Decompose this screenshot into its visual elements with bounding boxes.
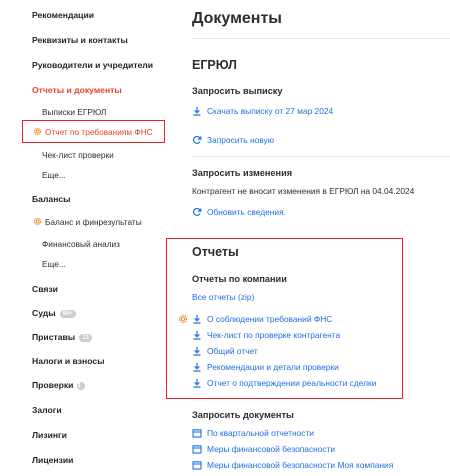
highlight-frame-reports <box>166 238 403 399</box>
request-new-label: Запросить новую <box>207 135 274 145</box>
sidebar-item-recommendations[interactable]: Рекомендации <box>32 10 94 20</box>
egrul-heading: ЕГРЮЛ <box>192 58 237 72</box>
calendar-icon <box>192 461 202 470</box>
divider <box>192 38 450 39</box>
sidebar-item-balances[interactable]: Балансы <box>32 194 71 204</box>
sidebar-item-label: Выписки ЕГРЮЛ <box>42 107 107 117</box>
sidebar-item-label: Финансовый анализ <box>42 239 120 249</box>
sidebar-item-pledges[interactable]: Залоги <box>32 405 62 415</box>
sidebar-item-label: Чек-лист проверки <box>42 150 114 160</box>
count-badge: 99+ <box>59 310 76 318</box>
count-badge: 1 <box>77 382 86 390</box>
request-docs-heading: Запросить документы <box>192 410 294 420</box>
changes-note: Контрагент не вносит изменения в ЕГРЮЛ н… <box>192 186 415 196</box>
sidebar: Рекомендации Реквизиты и контакты Руково… <box>0 0 172 476</box>
sidebar-item-label: Залоги <box>32 405 62 415</box>
sidebar-item-label: Лицензии <box>32 455 74 465</box>
calendar-icon <box>192 429 202 438</box>
sidebar-item-reports-docs[interactable]: Отчеты и документы <box>32 85 122 95</box>
sidebar-item-label: Отчеты и документы <box>32 85 122 95</box>
sidebar-item-label: Налоги и взносы <box>32 356 105 366</box>
sidebar-item-more-2[interactable]: Еще... <box>42 259 66 269</box>
download-icon <box>193 107 201 116</box>
request-extract-heading: Запросить выписку <box>192 86 283 96</box>
sidebar-item-licenses[interactable]: Лицензии <box>32 455 73 465</box>
sidebar-item-label: Проверки <box>32 380 74 390</box>
sidebar-item-label: Баланс и финрезультаты <box>45 217 142 227</box>
request-doc-fin-security-my-company[interactable]: Меры финансовой безопасности Моя компани… <box>192 460 393 470</box>
count-badge: 13 <box>79 334 92 342</box>
sidebar-item-label: Приставы <box>32 332 76 342</box>
calendar-icon <box>192 445 202 454</box>
sidebar-item-more-1[interactable]: Еще... <box>42 170 66 180</box>
sidebar-item-managers[interactable]: Руководители и учредители <box>32 60 153 70</box>
sidebar-item-label: Реквизиты и контакты <box>32 35 128 45</box>
sidebar-item-label: Еще... <box>42 170 66 180</box>
sidebar-item-links[interactable]: Связи <box>32 284 58 294</box>
request-doc-label: Меры финансовой безопасности <box>207 444 336 454</box>
download-extract-label: Скачать выписку от 27 мар 2024 <box>207 106 334 116</box>
sidebar-item-label: Балансы <box>32 194 71 204</box>
download-extract-link[interactable]: Скачать выписку от 27 мар 2024 <box>192 106 333 116</box>
divider <box>192 156 450 157</box>
sidebar-item-fin-analysis[interactable]: Финансовый анализ <box>42 239 120 249</box>
sidebar-item-label: Еще... <box>42 259 66 269</box>
request-new-link[interactable]: Запросить новую <box>192 135 274 145</box>
sidebar-item-courts[interactable]: Суды 99+ <box>32 308 76 318</box>
sidebar-item-label: Рекомендации <box>32 10 95 20</box>
request-doc-label: Меры финансовой безопасности Моя компани… <box>207 460 394 470</box>
page-title: Документы <box>192 10 282 27</box>
request-changes-heading: Запросить изменения <box>192 168 293 178</box>
request-doc-fin-security[interactable]: Меры финансовой безопасности <box>192 444 335 454</box>
refresh-icon <box>193 207 202 216</box>
request-doc-label: По квартальной отчетности <box>207 428 314 438</box>
sidebar-item-label: Суды <box>32 308 56 318</box>
sidebar-item-egrul-extracts[interactable]: Выписки ЕГРЮЛ <box>42 107 106 117</box>
gear-icon <box>33 217 42 226</box>
highlight-frame-sidebar <box>22 120 165 143</box>
sidebar-item-requisites[interactable]: Реквизиты и контакты <box>32 35 128 45</box>
request-doc-quarterly[interactable]: По квартальной отчетности <box>192 428 314 438</box>
sidebar-item-balance-results[interactable]: Баланс и финрезультаты <box>33 217 142 227</box>
refresh-info-label: Обновить сведения. <box>207 207 286 217</box>
sidebar-item-label: Лизинги <box>32 430 67 440</box>
refresh-info-link[interactable]: Обновить сведения. <box>192 207 286 217</box>
sidebar-item-checklist[interactable]: Чек-лист проверки <box>42 150 114 160</box>
sidebar-item-bailiffs[interactable]: Приставы 13 <box>32 332 92 342</box>
sidebar-item-leasing[interactable]: Лизинги <box>32 430 67 440</box>
refresh-icon <box>193 135 202 144</box>
sidebar-item-inspections[interactable]: Проверки 1 <box>32 380 86 390</box>
sidebar-item-taxes[interactable]: Налоги и взносы <box>32 356 105 366</box>
sidebar-item-label: Руководители и учредители <box>32 60 154 70</box>
sidebar-item-label: Связи <box>32 284 58 294</box>
